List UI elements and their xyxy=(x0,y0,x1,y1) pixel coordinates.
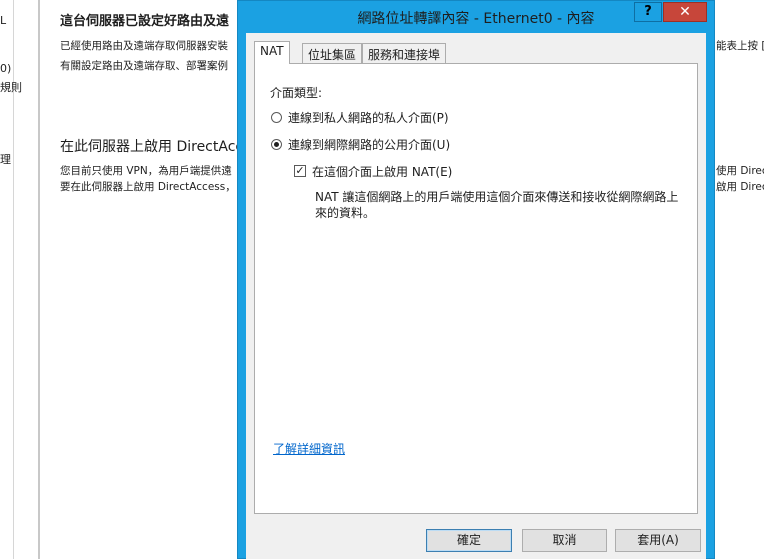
tab-nat[interactable]: NAT xyxy=(254,41,290,64)
enable-nat-label[interactable]: 在這個介面上啟用 NAT(E) xyxy=(312,163,452,180)
section-text: 已經使用路由及遠端存取伺服器安裝 xyxy=(60,40,228,52)
properties-dialog: 網路位址轉譯內容 - Ethernet0 - 內容 ? ✕ NAT 位址集區 服… xyxy=(237,0,715,559)
nav-item[interactable]: L xyxy=(0,14,6,27)
section-text: 有關設定路由及遠端存取、部署案例 xyxy=(60,60,228,72)
radio-private-interface[interactable] xyxy=(271,112,282,123)
nav-item[interactable]: 規則 xyxy=(0,79,22,95)
radio-private-label[interactable]: 連線到私人網路的私人介面(P) xyxy=(288,109,449,126)
learn-more-link[interactable]: 了解詳細資訊 xyxy=(273,440,345,457)
nat-description: NAT 讓這個網路上的用戶端使用這個介面來傳送和接收從網際網路上來的資料。 xyxy=(315,190,679,220)
radio-selected-dot xyxy=(274,142,279,147)
ok-button[interactable]: 確定 xyxy=(426,529,512,552)
help-button[interactable]: ? xyxy=(634,2,662,22)
section-text-right: 能表上按 [I xyxy=(716,40,764,52)
section-text-right: 使用 Direc xyxy=(716,165,764,177)
apply-button[interactable]: 套用(A) xyxy=(615,529,701,552)
nav-item[interactable]: 0) xyxy=(0,62,11,75)
tab-services-ports[interactable]: 服務和連接埠 xyxy=(362,43,447,63)
section-heading-routing: 這台伺服器已設定好路由及遠 xyxy=(60,14,230,29)
close-button[interactable]: ✕ xyxy=(663,2,707,22)
cancel-button[interactable]: 取消 xyxy=(522,529,607,552)
interface-type-label: 介面類型: xyxy=(270,86,323,100)
nat-tab-panel: 介面類型: 連線到私人網路的私人介面(P) 連線到網際網路的公用介面(U) ✓ … xyxy=(254,63,698,514)
section-heading-directaccess: 在此伺服器上啟用 DirectAcc xyxy=(60,139,244,155)
enable-nat-checkbox[interactable]: ✓ xyxy=(294,165,306,177)
pane-divider xyxy=(38,0,40,559)
radio-public-interface[interactable] xyxy=(271,139,282,150)
section-text: 您目前只使用 VPN，為用戶端提供遠 xyxy=(60,165,232,177)
tab-address-pool[interactable]: 位址集區 xyxy=(302,43,363,63)
dialog-client-area: NAT 位址集區 服務和連接埠 介面類型: 連線到私人網路的私人介面(P) 連線… xyxy=(246,33,706,559)
section-text-right: 啟用 Direc xyxy=(716,181,764,193)
section-text: 要在此伺服器上啟用 DirectAccess， xyxy=(60,181,236,193)
dialog-titlebar[interactable]: 網路位址轉譯內容 - Ethernet0 - 內容 ? ✕ xyxy=(238,1,714,33)
nav-item[interactable]: 理 xyxy=(0,151,11,167)
radio-public-label[interactable]: 連線到網際網路的公用介面(U) xyxy=(288,136,450,153)
